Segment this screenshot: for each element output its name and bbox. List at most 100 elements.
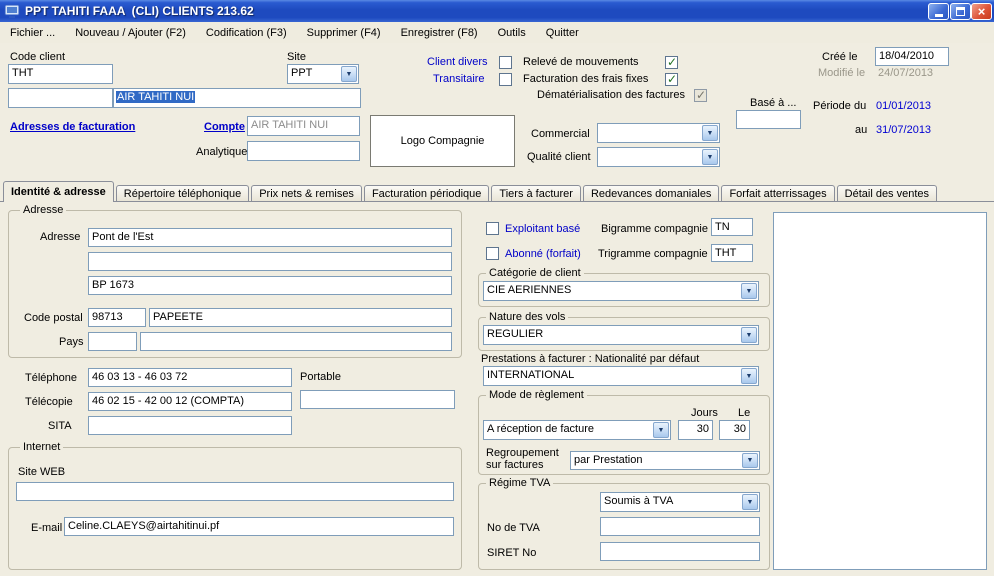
adresses-facturation-link[interactable]: Adresses de facturation [10,121,135,133]
title-bar[interactable]: PPT TAHITI FAAA (CLI) CLIENTS 213.62 [0,0,994,22]
dropdown-arrow-icon[interactable] [341,66,357,82]
tab-facturation-periodique[interactable]: Facturation périodique [364,185,489,201]
menu-codification[interactable]: Codification (F3) [196,24,297,42]
adresse-label: Adresse [40,231,80,243]
menu-outils[interactable]: Outils [488,24,536,42]
jours-label: Jours [691,407,718,419]
notes-list-panel[interactable] [773,212,987,570]
client-divers-checkbox[interactable] [499,56,512,69]
minimize-button[interactable] [928,3,949,20]
base-a-label: Basé à ... [750,97,796,109]
dropdown-arrow-icon[interactable] [742,494,758,510]
code-postal-input[interactable]: 98713 [88,308,146,327]
regime-tva-group-title: Régime TVA [486,477,553,489]
compte-link[interactable]: Compte [204,121,245,133]
maximize-button[interactable] [950,3,971,20]
regroupement-select[interactable]: par Prestation [570,451,760,470]
maximize-icon [956,7,965,16]
window-title: PPT TAHITI FAAA (CLI) CLIENTS 213.62 [25,4,254,18]
adresse-line3-input[interactable]: BP 1673 [88,276,452,295]
transitaire-label: Transitaire [433,73,485,85]
categorie-client-select-value: CIE AERIENNES [487,284,740,296]
tab-forfait-atterrissages[interactable]: Forfait atterrissages [721,185,834,201]
close-icon: × [978,5,986,18]
dropdown-arrow-icon[interactable] [741,283,757,299]
tab-redevances-domaniales[interactable]: Redevances domaniales [583,185,719,201]
dropdown-arrow-icon[interactable] [702,125,718,141]
facturation-frais-fixes-label: Facturation des frais fixes [523,73,648,85]
pays-nom-input[interactable] [140,332,452,351]
tab-identite-adresse[interactable]: Identité & adresse [3,181,114,202]
site-select[interactable]: PPT [287,64,359,84]
code-client-input[interactable]: THT [8,64,113,84]
compte-input[interactable]: AIR TAHITI NUI [247,116,360,136]
categorie-client-group-title: Catégorie de client [486,267,584,279]
sita-input[interactable] [88,416,292,435]
dropdown-arrow-icon[interactable] [702,149,718,165]
client-code-secondary-input[interactable] [8,88,113,108]
abonne-forfait-label: Abonné (forfait) [505,248,581,260]
menu-nouveau-ajouter[interactable]: Nouveau / Ajouter (F2) [65,24,196,42]
telecopie-input[interactable]: 46 02 15 - 42 00 12 (COMPTA) [88,392,292,411]
jours-input[interactable]: 30 [678,420,713,440]
siret-input[interactable] [600,542,760,561]
tab-tiers-a-facturer[interactable]: Tiers à facturer [491,185,581,201]
le-input[interactable]: 30 [719,420,750,440]
echeance-select[interactable]: A réception de facture [483,420,671,440]
close-button[interactable]: × [971,3,992,20]
site-web-input[interactable] [16,482,454,501]
ville-input[interactable]: PAPEETE [149,308,452,327]
trigramme-input[interactable]: THT [711,244,753,262]
prestations-select[interactable]: INTERNATIONAL [483,366,759,386]
au-label: au [855,124,867,136]
dropdown-arrow-icon[interactable] [653,422,669,438]
qualite-client-select[interactable] [597,147,720,167]
tab-bar: Identité & adresse Répertoire téléphoniq… [3,181,939,202]
menu-enregistrer[interactable]: Enregistrer (F8) [391,24,488,42]
adresse-line1-input[interactable]: Pont de l'Est [88,228,452,247]
adresse-line2-input[interactable] [88,252,452,271]
transitaire-checkbox[interactable] [499,73,512,86]
tab-prix-nets-remises[interactable]: Prix nets & remises [251,185,362,201]
analytique-input[interactable] [247,141,360,161]
bigramme-input[interactable]: TN [711,218,753,236]
dropdown-arrow-icon[interactable] [741,327,757,343]
menu-supprimer[interactable]: Supprimer (F4) [297,24,391,42]
regime-tva-select[interactable]: Soumis à TVA [600,492,760,512]
app-icon [4,3,20,19]
client-name-selected-text: AIR TAHITI NUI [116,91,195,103]
cree-le-input[interactable]: 18/04/2010 [875,47,949,66]
logo-compagnie-label: Logo Compagnie [401,135,485,147]
releve-mouvements-checkbox[interactable] [665,56,678,69]
menu-quitter[interactable]: Quitter [536,24,589,42]
facturation-frais-fixes-checkbox[interactable] [665,73,678,86]
no-tva-input[interactable] [600,517,760,536]
commercial-select[interactable] [597,123,720,143]
categorie-client-select[interactable]: CIE AERIENNES [483,281,759,301]
base-a-input[interactable] [736,110,801,129]
dematerialisation-checkbox[interactable] [694,89,707,102]
no-tva-label: No de TVA [487,522,540,534]
abonne-forfait-checkbox[interactable] [486,247,499,260]
exploitant-base-label: Exploitant basé [505,223,580,235]
au-value: 31/07/2013 [876,124,931,136]
qualite-client-label: Qualité client [527,151,591,163]
portable-input[interactable] [300,390,455,409]
dropdown-arrow-icon[interactable] [742,453,758,468]
client-divers-label: Client divers [427,56,488,68]
telephone-input[interactable]: 46 03 13 - 46 03 72 [88,368,292,387]
dropdown-arrow-icon[interactable] [741,368,757,384]
nature-vols-select[interactable]: REGULIER [483,325,759,345]
email-input[interactable]: Celine.CLAEYS@airtahitinui.pf [64,517,454,536]
client-name-input[interactable]: AIR TAHITI NUI [113,88,361,108]
code-client-label: Code client [10,51,65,63]
pays-code-input[interactable] [88,332,137,351]
tab-repertoire-telephonique[interactable]: Répertoire téléphonique [116,185,249,201]
menu-fichier[interactable]: Fichier ... [0,24,65,42]
internet-group-title: Internet [20,441,63,453]
nature-vols-select-value: REGULIER [487,328,740,340]
tab-detail-des-ventes[interactable]: Détail des ventes [837,185,937,201]
siret-label: SIRET No [487,547,536,559]
bigramme-label: Bigramme compagnie [601,223,708,235]
exploitant-base-checkbox[interactable] [486,222,499,235]
